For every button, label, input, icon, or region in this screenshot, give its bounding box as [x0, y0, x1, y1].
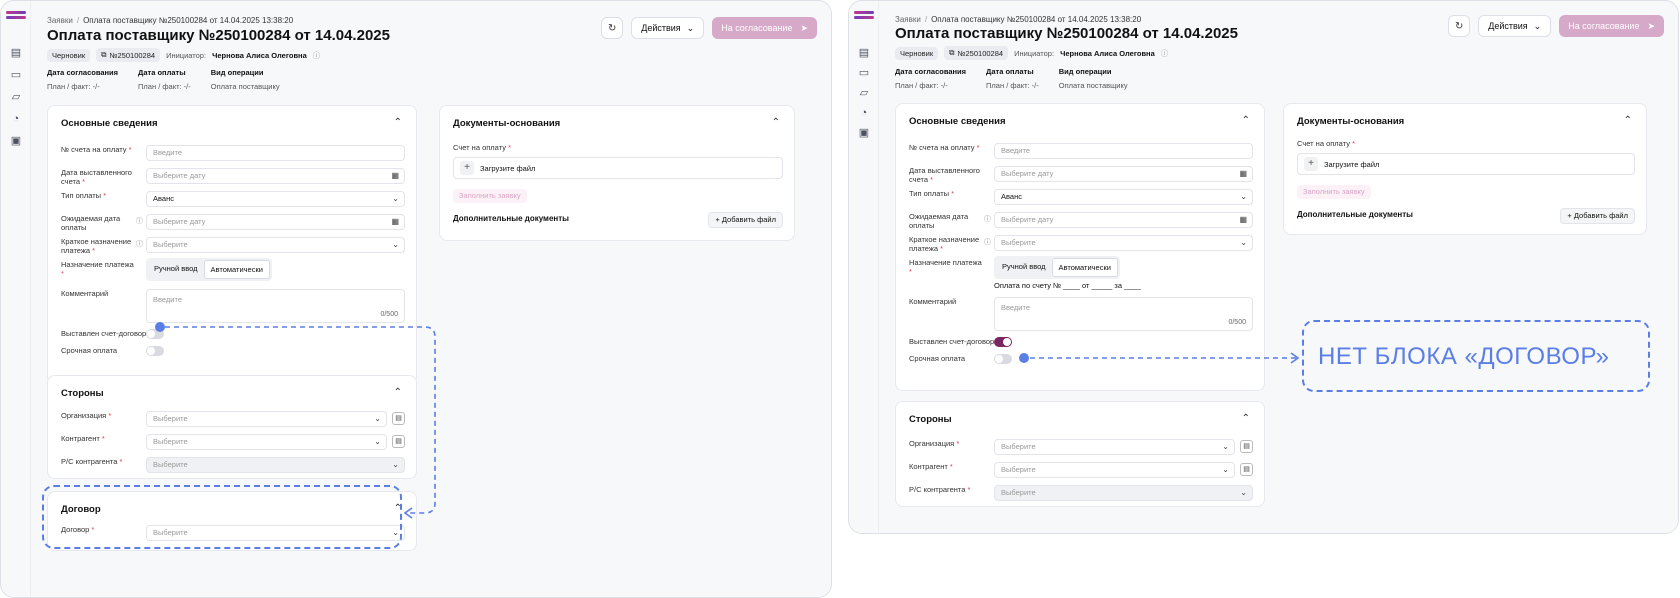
missing-block-note: НЕТ БЛОКА «ДОГОВОР» [1318, 343, 1610, 370]
comparison-canvas: ▤ ▭ ▱ ◔ ▣ Заявки / Оплата поставщику №2501… [0, 0, 1680, 598]
connector-arrow-right [1030, 352, 1300, 364]
